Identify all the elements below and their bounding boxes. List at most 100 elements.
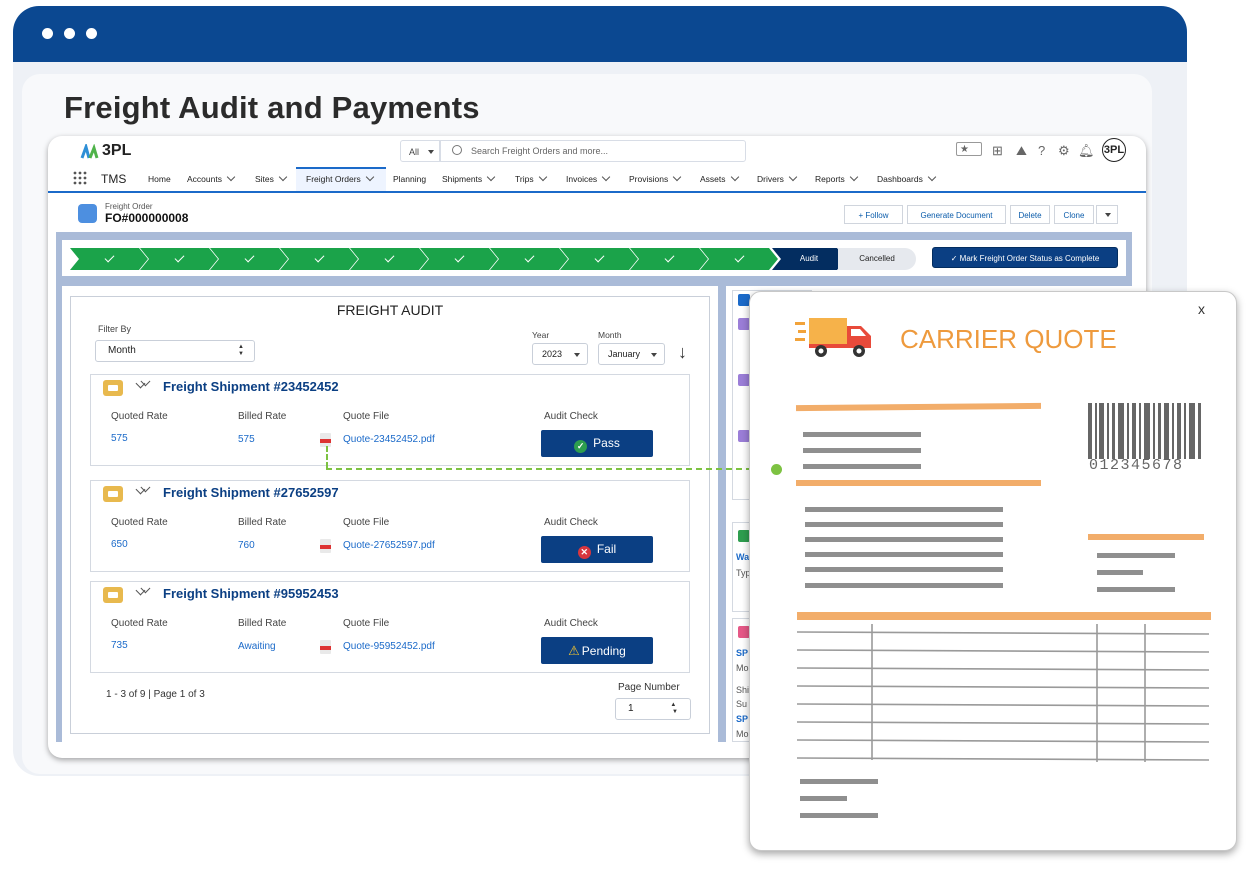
favorites-icon[interactable]: ★ <box>956 142 982 156</box>
related-item-link[interactable]: SP <box>736 714 748 724</box>
audit-status-label: Pending <box>581 644 626 658</box>
more-actions-button[interactable] <box>1096 205 1118 224</box>
audit-check-pass-button[interactable]: ✓ Pass <box>541 430 653 457</box>
checkmark-icon <box>525 253 535 263</box>
path-step-complete[interactable] <box>210 248 288 270</box>
audit-status-label: Pass <box>593 436 620 450</box>
checkmark-icon <box>175 253 185 263</box>
notification-bell-icon[interactable]: 🔔︎ <box>1078 144 1095 158</box>
search-input[interactable]: Search Freight Orders and more... <box>440 140 746 162</box>
nav-accounts[interactable]: Accounts <box>187 172 236 184</box>
document-text-line <box>805 567 1003 572</box>
path-step-complete[interactable] <box>560 248 638 270</box>
path-step-complete[interactable] <box>350 248 428 270</box>
quote-file-header: Quote File <box>343 618 390 629</box>
related-item-link[interactable]: SP <box>736 648 748 658</box>
nav-assets[interactable]: Assets <box>700 172 739 184</box>
nav-dashboards[interactable]: Dashboards <box>877 172 937 184</box>
nav-trips[interactable]: Trips <box>515 172 547 184</box>
sort-arrow-icon[interactable]: ↓ <box>678 342 687 363</box>
audit-check-header: Audit Check <box>544 517 598 528</box>
nav-label: Sites <box>255 174 274 184</box>
nav-freight-orders[interactable]: Freight Orders <box>306 172 375 184</box>
nav-sites[interactable]: Sites <box>255 172 288 184</box>
shipment-title[interactable]: Freight Shipment #23452452 <box>163 379 339 394</box>
year-select[interactable]: 2023 <box>532 343 588 365</box>
quote-file-link[interactable]: Quote-23452452.pdf <box>343 434 435 445</box>
related-item-link[interactable]: Wa <box>736 552 749 562</box>
pagination-summary: 1 - 3 of 9 | Page 1 of 3 <box>106 689 205 700</box>
close-icon[interactable]: x <box>1198 301 1205 317</box>
path-step-complete[interactable] <box>630 248 708 270</box>
related-item-meta: Su <box>736 699 748 709</box>
quoted-rate-value[interactable]: 575 <box>111 433 128 444</box>
page-number-stepper[interactable]: 1 ▲ ▼ <box>615 698 691 720</box>
barcode-icon <box>1088 403 1201 459</box>
avatar[interactable]: 3PL <box>1102 138 1126 162</box>
mark-complete-button[interactable]: ✓ Mark Freight Order Status as Complete <box>932 247 1118 268</box>
path-step-complete[interactable] <box>280 248 358 270</box>
expand-toggle-icon[interactable] <box>135 484 146 495</box>
shipment-icon <box>103 380 123 396</box>
checkmark-icon <box>245 253 255 263</box>
quoted-rate-value[interactable]: 735 <box>111 640 128 651</box>
carrier-quote-title: CARRIER QUOTE <box>900 324 1117 354</box>
audit-check-pending-button[interactable]: ⚠ Pending <box>541 637 653 664</box>
up-down-icon[interactable]: ▲ ▼ <box>670 702 678 716</box>
settings-gear-icon[interactable]: ⚙ <box>1058 144 1070 158</box>
billed-rate-value[interactable]: Awaiting <box>238 641 276 652</box>
quoted-rate-value[interactable]: 650 <box>111 539 128 550</box>
path-step-complete[interactable] <box>70 248 148 270</box>
freight-order-icon <box>78 204 97 223</box>
search-scope-label: All <box>409 147 420 157</box>
nav-label: Home <box>148 174 171 184</box>
document-text-line <box>1097 587 1175 592</box>
app-launcher-icon[interactable] <box>73 171 87 185</box>
quote-file-link[interactable]: Quote-95952452.pdf <box>343 641 435 652</box>
check-circle-icon: ✓ <box>574 440 588 453</box>
chevron-down-icon <box>672 172 682 182</box>
year-label: Year <box>532 330 550 340</box>
path-step-current[interactable]: Audit <box>772 248 846 270</box>
year-value: 2023 <box>542 349 563 359</box>
nav-label: Accounts <box>187 174 222 184</box>
nav-drivers[interactable]: Drivers <box>757 172 798 184</box>
generate-document-button[interactable]: Generate Document <box>907 205 1006 224</box>
path-step-complete[interactable] <box>140 248 218 270</box>
quote-file-link[interactable]: Quote-27652597.pdf <box>343 540 435 551</box>
delete-button[interactable]: Delete <box>1010 205 1050 224</box>
nav-provisions[interactable]: Provisions <box>629 172 682 184</box>
add-icon[interactable]: ⊞ <box>992 144 1003 158</box>
quoted-rate-header: Quoted Rate <box>111 411 168 422</box>
document-header-line <box>796 480 1041 486</box>
billed-rate-value[interactable]: 575 <box>238 434 255 445</box>
shipment-title[interactable]: Freight Shipment #95952453 <box>163 586 339 601</box>
audit-check-fail-button[interactable]: ✕ Fail <box>541 536 653 563</box>
nav-home[interactable]: Home <box>148 174 171 184</box>
shipment-title[interactable]: Freight Shipment #27652597 <box>163 485 339 500</box>
page-number-label: Page Number <box>618 682 680 693</box>
follow-button[interactable]: + Follow <box>844 205 903 224</box>
connector-line <box>326 446 328 468</box>
clone-button[interactable]: Clone <box>1054 205 1094 224</box>
expand-toggle-icon[interactable] <box>135 585 146 596</box>
nav-reports[interactable]: Reports <box>815 172 859 184</box>
expand-toggle-icon[interactable] <box>135 378 146 389</box>
path-step-complete[interactable] <box>420 248 498 270</box>
nav-planning[interactable]: Planning <box>393 174 426 184</box>
shipment-card: Freight Shipment #23452452 Quoted Rate B… <box>90 374 690 466</box>
app-logo-text: 3PL <box>102 142 132 159</box>
path-step-cancelled[interactable]: Cancelled <box>838 248 916 270</box>
delivery-truck-icon <box>795 318 871 357</box>
month-select[interactable]: January <box>598 343 665 365</box>
path-step-complete[interactable] <box>700 248 778 270</box>
search-scope-select[interactable]: All <box>400 140 440 162</box>
billed-rate-value[interactable]: 760 <box>238 540 255 551</box>
nav-shipments[interactable]: Shipments <box>442 172 496 184</box>
help-icon[interactable]: ? <box>1038 144 1045 158</box>
filter-by-select[interactable]: Month ▲ ▼ <box>95 340 255 362</box>
table-header-line <box>797 612 1211 620</box>
nav-invoices[interactable]: Invoices <box>566 172 611 184</box>
path-step-complete[interactable] <box>490 248 568 270</box>
trailhead-icon[interactable]: ⛰ <box>1016 144 1027 158</box>
